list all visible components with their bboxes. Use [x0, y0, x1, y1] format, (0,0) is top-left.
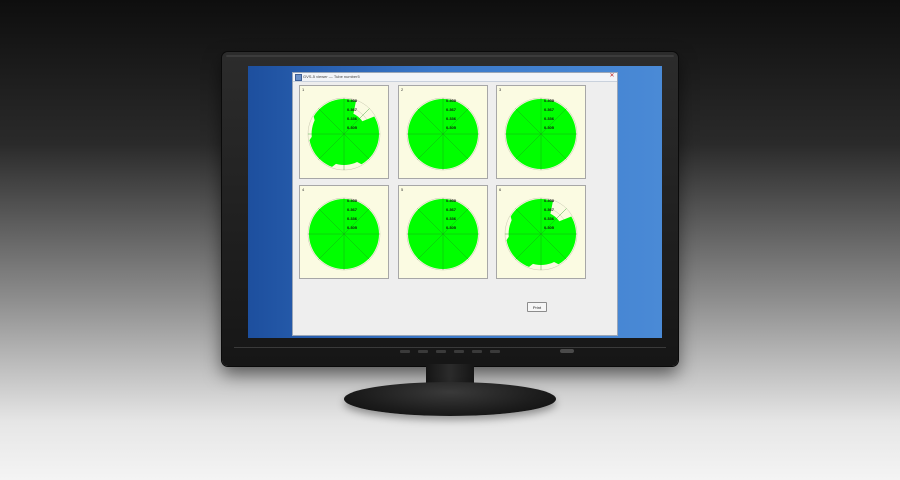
monitor-input-button[interactable] [454, 350, 464, 353]
ring-label: 0.305 [544, 225, 555, 230]
ring-label: 0.336 [347, 216, 358, 221]
ring-label: 0.367 [544, 207, 555, 212]
ring-label: 0.305 [347, 225, 358, 230]
ring-label: 0.367 [347, 207, 358, 212]
monitor-auto-button[interactable] [472, 350, 482, 353]
app-icon [295, 74, 302, 81]
ring-label: 0.398 [446, 198, 457, 203]
polar-plot: 0.398 0.367 0.336 0.305 [504, 197, 578, 271]
ring-label: 0.367 [544, 107, 555, 112]
ring-label: 0.398 [347, 198, 358, 203]
ring-label: 0.336 [347, 116, 358, 121]
window-title: GVS-5 viewer — Tube number5 [303, 74, 360, 79]
monitor-down-button[interactable] [418, 350, 428, 353]
ring-label: 0.336 [446, 216, 457, 221]
monitor: GVS-5 viewer — Tube number5 ✕ 1 0.398 0.3… [222, 52, 678, 366]
polar-plot: 0.398 0.367 0.336 0.305 [406, 97, 480, 171]
print-button[interactable]: Print [527, 302, 547, 312]
ring-label: 0.305 [446, 225, 457, 230]
ring-label: 0.398 [544, 198, 555, 203]
monitor-menu-button[interactable] [400, 350, 410, 353]
polar-panel-6: 6 0.398 0.367 0.336 0.305 [496, 185, 586, 279]
ring-label: 0.398 [347, 98, 358, 103]
ring-label: 0.398 [544, 98, 555, 103]
ring-label: 0.336 [446, 116, 457, 121]
polar-panel-3: 3 0.398 0.367 0.336 0.305 [496, 85, 586, 179]
power-button[interactable] [560, 349, 574, 353]
polar-plot: 0.398 0.367 0.336 0.305 [504, 97, 578, 171]
polar-plot: 0.398 0.367 0.336 0.305 [307, 197, 381, 271]
close-button[interactable]: ✕ [609, 73, 615, 80]
polar-panel-5: 5 0.398 0.367 0.336 0.305 [398, 185, 488, 279]
polar-panel-4: 4 0.398 0.367 0.336 0.305 [299, 185, 389, 279]
ring-label: 0.336 [544, 116, 555, 121]
ring-label: 0.305 [347, 125, 358, 130]
polar-plot: 0.398 0.367 0.336 0.305 [307, 97, 381, 171]
monitor-base [344, 382, 556, 416]
title-bar[interactable]: GVS-5 viewer — Tube number5 ✕ [293, 73, 617, 82]
bezel-highlight [226, 55, 674, 57]
screen: GVS-5 viewer — Tube number5 ✕ 1 0.398 0.3… [248, 66, 662, 338]
polar-panel-2: 2 0.398 0.367 0.336 0.305 [398, 85, 488, 179]
polar-panel-1: 1 0.398 0.367 0.336 0.305 [299, 85, 389, 179]
ring-label: 0.305 [446, 125, 457, 130]
viewer-window: GVS-5 viewer — Tube number5 ✕ 1 0.398 0.3… [292, 72, 618, 336]
ring-label: 0.367 [347, 107, 358, 112]
chin-divider [234, 347, 666, 348]
polar-plot: 0.398 0.367 0.336 0.305 [406, 197, 480, 271]
ring-label: 0.367 [446, 107, 457, 112]
ring-label: 0.336 [544, 216, 555, 221]
monitor-exit-button[interactable] [490, 350, 500, 353]
ring-label: 0.367 [446, 207, 457, 212]
ring-label: 0.305 [544, 125, 555, 130]
ring-label: 0.398 [446, 98, 457, 103]
monitor-up-button[interactable] [436, 350, 446, 353]
